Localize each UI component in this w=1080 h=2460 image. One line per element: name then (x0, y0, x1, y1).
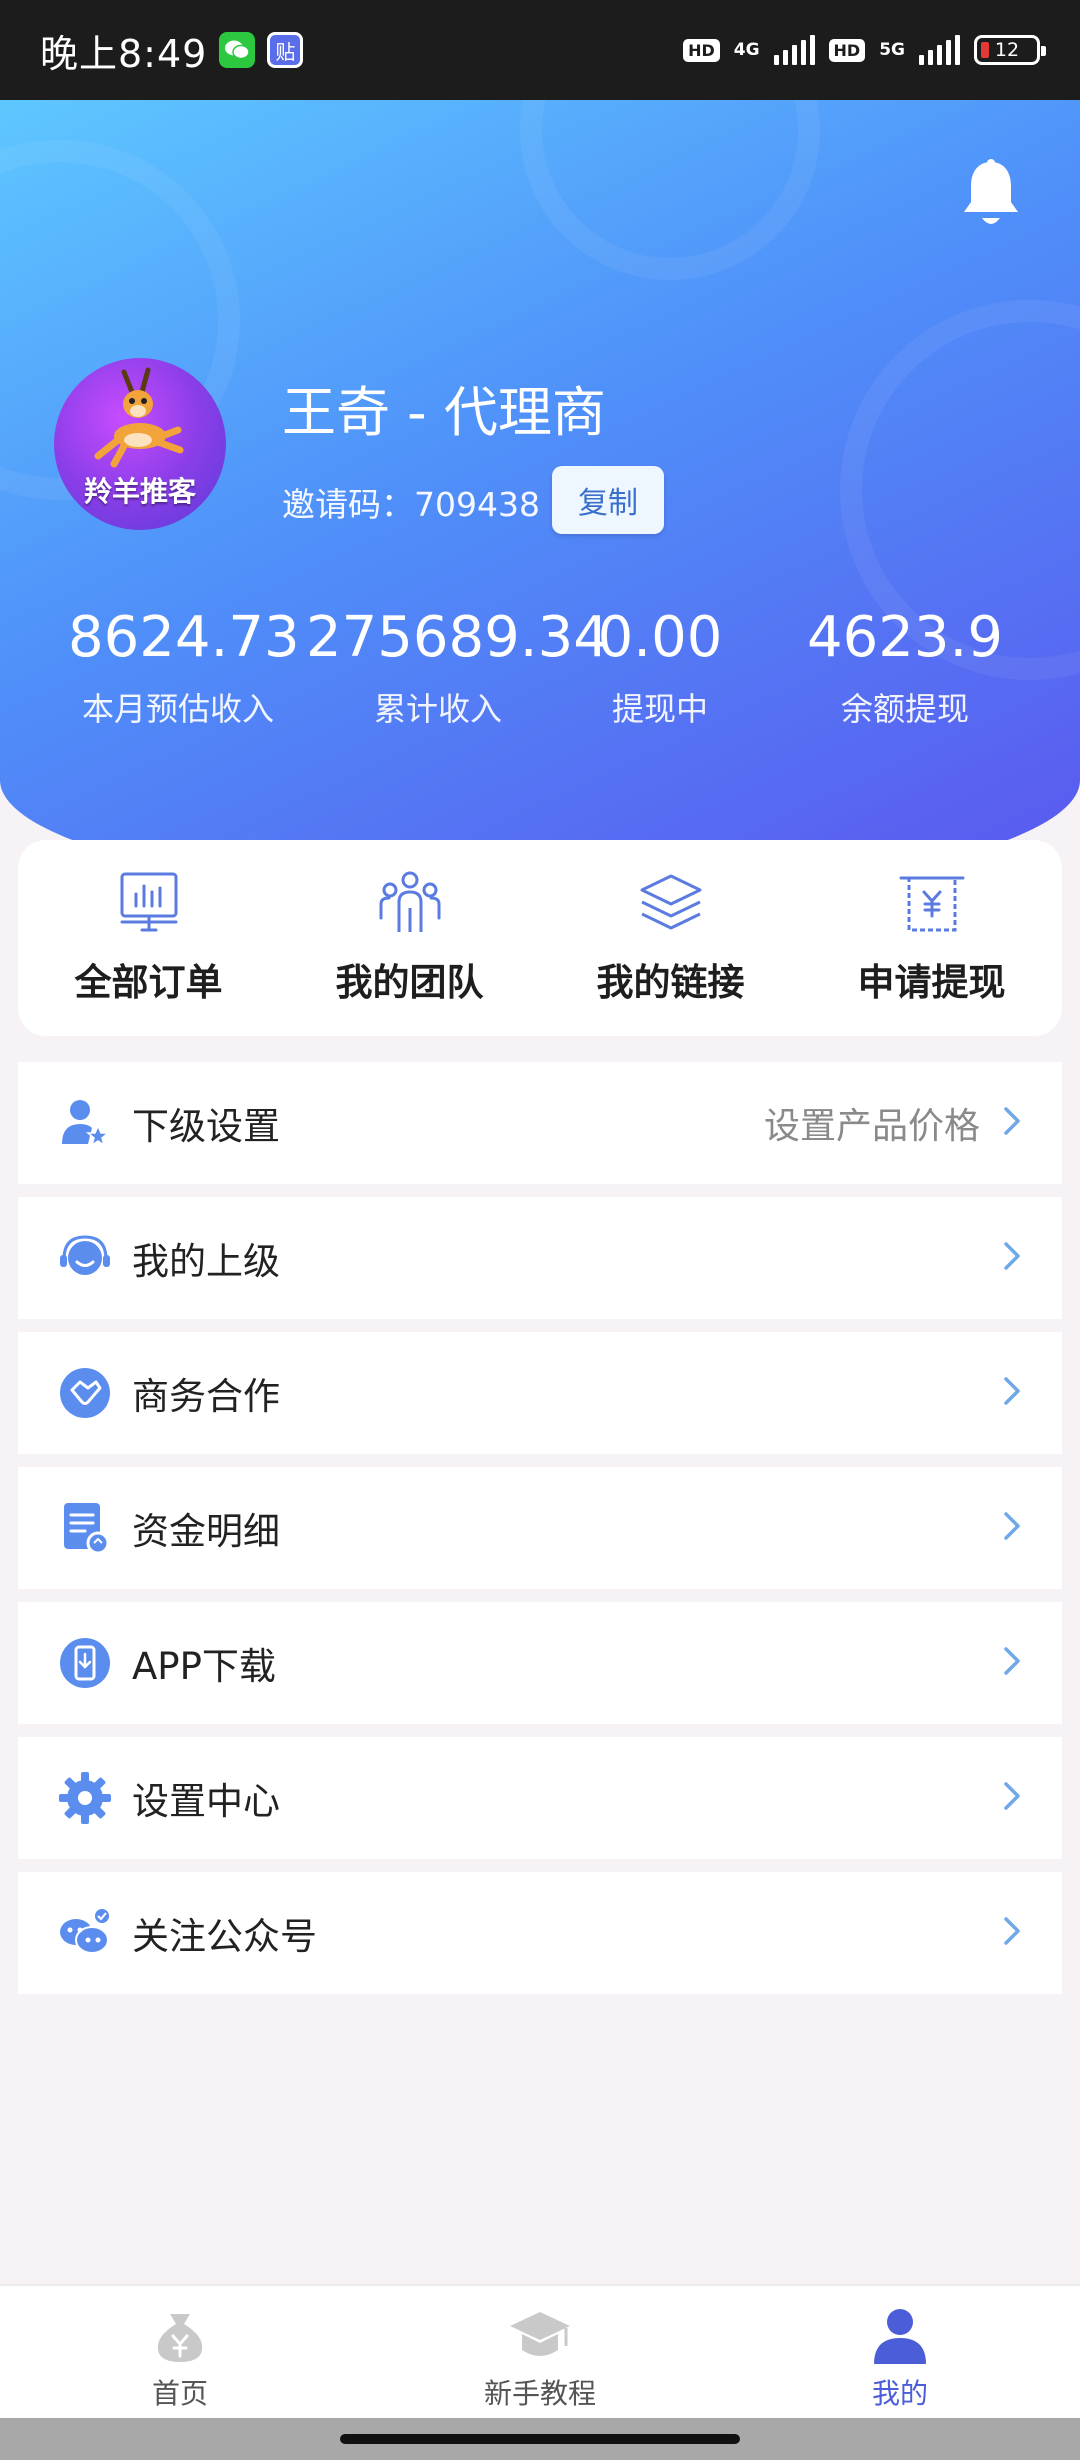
stat-label: 提现中 (611, 690, 708, 728)
chevron-right-icon (1002, 1645, 1022, 1681)
menu-item-label: 下级设置 (132, 1105, 280, 1148)
bottom-tab-bar: 首页 新手教程 我的 (0, 2284, 1080, 2418)
profile-page: 晚上8:49 贴 HD 4G HD 5G 12 羚羊推客 王奇 - 代理商 邀请… (0, 0, 1080, 2460)
stat-value: 4623.9 (807, 605, 1003, 670)
antelope-logo-icon (94, 367, 184, 468)
yen-receipt-icon (899, 876, 964, 932)
tab-label: 新手教程 (483, 2377, 596, 2410)
stat-label: 余额提现 (840, 690, 969, 728)
profile-header: 羚羊推客 王奇 - 代理商 邀请码：709438 复制 8624.73 本月预估… (0, 100, 1080, 900)
status-bar: 晚上8:49 贴 HD 4G HD 5G 12 (0, 0, 1080, 100)
layers-icon (640, 874, 701, 930)
shortcut-label: 申请提现 (857, 961, 1006, 1004)
chat-bubbles-icon (58, 1906, 112, 1960)
wechat-icon (219, 32, 256, 68)
graduation-cap-icon (510, 2312, 570, 2356)
stat-withdrawing[interactable]: 0.00 提现中 (580, 605, 740, 730)
shortcut-my-team[interactable]: 我的团队 (279, 840, 540, 1036)
signal-icon (919, 35, 960, 65)
battery-level: 12 (994, 39, 1020, 61)
avatar[interactable]: 羚羊推客 (54, 358, 226, 530)
invite-code: 邀请码：709438 (282, 485, 540, 524)
tab-home[interactable]: 首页 (70, 2286, 290, 2412)
chart-board-icon (120, 872, 177, 932)
shortcut-my-links[interactable]: 我的链接 (540, 840, 801, 1036)
team-icon (379, 871, 440, 932)
phone-download-icon (58, 1636, 112, 1690)
menu-item-label: 我的上级 (132, 1240, 280, 1283)
network-5g-label: 5G (879, 40, 905, 60)
document-icon (58, 1501, 112, 1555)
stat-value: 8624.73 (68, 605, 300, 670)
menu-item-settings-center[interactable]: 设置中心 (18, 1737, 1062, 1859)
shortcut-apply-withdraw[interactable]: 申请提现 (801, 840, 1062, 1036)
shortcut-label: 我的团队 (335, 961, 484, 1004)
status-indicators: HD 4G HD 5G 12 (683, 35, 1046, 65)
menu-item-app-download[interactable]: APP下载 (18, 1602, 1062, 1724)
chevron-right-icon (1002, 1780, 1022, 1816)
menu-item-fund-details[interactable]: 资金明细 (18, 1467, 1062, 1589)
stat-balance-withdraw[interactable]: 4623.9 余额提现 (800, 605, 1010, 730)
stat-total-income[interactable]: 275689.34 累计收入 (306, 605, 609, 730)
hd-badge: HD (683, 38, 720, 62)
handshake-icon (58, 1366, 112, 1420)
header-decoration (520, 100, 820, 280)
menu-item-label: 关注公众号 (132, 1915, 317, 1958)
menu-item-label: 设置中心 (132, 1780, 280, 1823)
menu-item-my-superior[interactable]: 我的上级 (18, 1197, 1062, 1319)
network-4g-label: 4G (733, 40, 760, 60)
tieba-icon: 贴 (267, 32, 304, 68)
tab-label: 我的 (871, 2377, 928, 2410)
tab-tutorial[interactable]: 新手教程 (430, 2286, 650, 2412)
stat-monthly-estimate[interactable]: 8624.73 本月预估收入 (68, 605, 300, 730)
shortcut-card: 全部订单 我的团队 我的链接 申请提现 (18, 840, 1062, 1036)
chevron-right-icon (1002, 1105, 1022, 1141)
menu-item-subordinate-settings[interactable]: 下级设置 设置产品价格 (18, 1062, 1062, 1184)
stat-value: 0.00 (597, 605, 723, 670)
tab-mine[interactable]: 我的 (790, 2286, 1010, 2412)
avatar-brand-text: 羚羊推客 (83, 475, 196, 508)
username: 王奇 - 代理商 (282, 381, 606, 444)
stat-label: 本月预估收入 (81, 690, 274, 728)
chevron-right-icon (1002, 1240, 1022, 1276)
gear-icon (58, 1771, 112, 1825)
tab-label: 首页 (151, 2377, 208, 2410)
home-indicator[interactable] (340, 2434, 740, 2444)
menu-item-label: 资金明细 (132, 1510, 280, 1553)
menu-item-label: 商务合作 (132, 1375, 280, 1418)
money-bag-icon (157, 2314, 203, 2362)
copy-button[interactable]: 复制 (552, 466, 664, 534)
shortcut-label: 全部订单 (74, 961, 223, 1004)
chevron-right-icon (1002, 1375, 1022, 1411)
chevron-right-icon (1002, 1510, 1022, 1546)
person-icon (874, 2309, 926, 2364)
status-time: 晚上8:49 (40, 31, 208, 76)
menu-item-label: APP下载 (132, 1645, 276, 1688)
stat-label: 累计收入 (373, 690, 502, 728)
stat-value: 275689.34 (306, 605, 609, 670)
shortcut-label: 我的链接 (596, 961, 745, 1004)
headset-icon (58, 1231, 112, 1285)
bell-icon[interactable] (960, 158, 1022, 230)
hd-badge: HD (828, 38, 866, 62)
menu-item-follow-official-account[interactable]: 关注公众号 (18, 1872, 1062, 1994)
menu-item-hint: 设置产品价格 (763, 1106, 980, 1147)
menu-list: 下级设置 设置产品价格 我的上级 商务合作 资金明细 APP下载 设置中心 关注… (18, 1062, 1062, 2007)
menu-item-business-cooperation[interactable]: 商务合作 (18, 1332, 1062, 1454)
chevron-right-icon (1002, 1915, 1022, 1951)
signal-icon (773, 35, 815, 65)
user-star-icon (58, 1096, 112, 1150)
battery-icon: 12 (974, 35, 1046, 65)
shortcut-all-orders[interactable]: 全部订单 (18, 840, 279, 1036)
